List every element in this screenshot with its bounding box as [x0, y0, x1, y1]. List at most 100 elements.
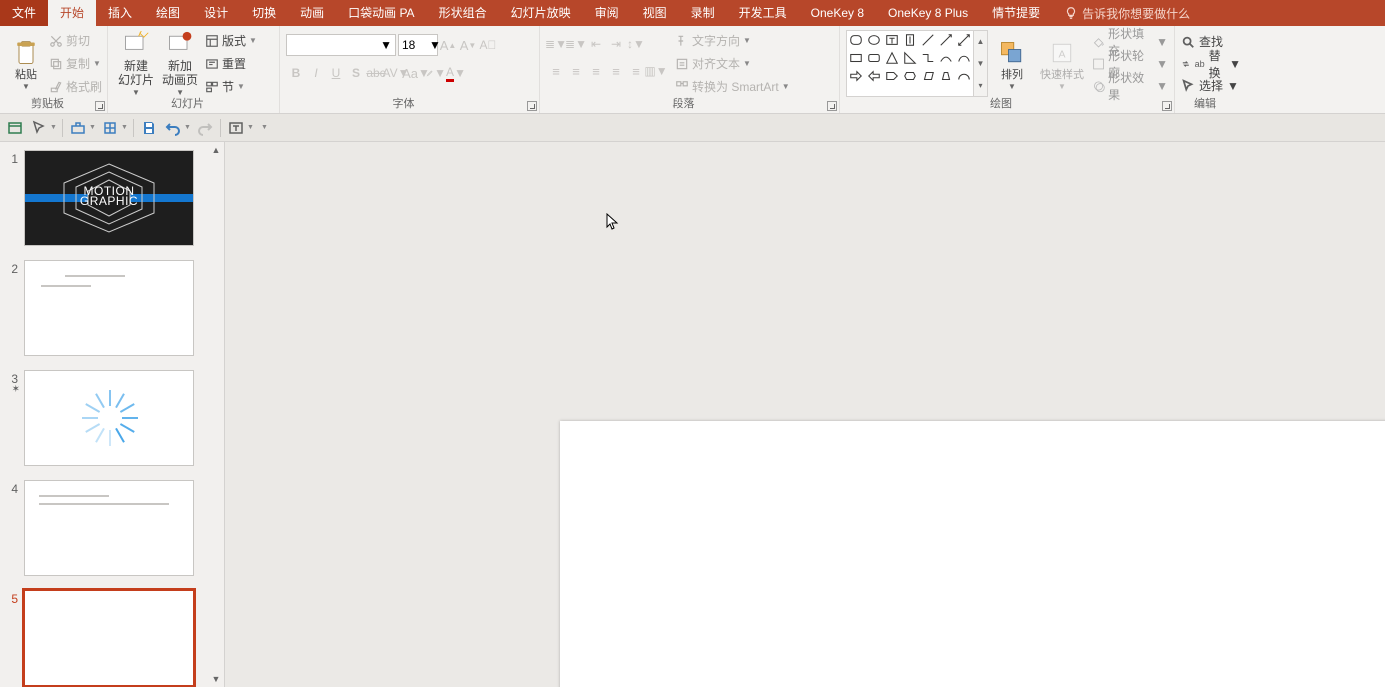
tab-design[interactable]: 设计 [192, 0, 240, 26]
clear-format-button[interactable]: A⃠ [478, 35, 498, 55]
layout-button[interactable]: 版式▼ [202, 30, 260, 51]
tell-me[interactable]: 告诉我你想要做什么 [1052, 5, 1202, 22]
shape-textbox[interactable] [883, 31, 901, 49]
shape-arrow-left[interactable] [865, 67, 883, 85]
font-launcher[interactable] [527, 101, 537, 111]
slide-thumbnail-3[interactable] [24, 370, 194, 466]
align-left-button[interactable]: ≡ [546, 61, 566, 81]
slide-canvas-area[interactable] [225, 142, 1385, 687]
shape-arc[interactable] [955, 67, 973, 85]
cut-button[interactable]: 剪切 [46, 30, 105, 51]
scroll-down-icon[interactable]: ▼ [208, 671, 224, 687]
thumbnail-scrollbar[interactable]: ▲ ▼ [208, 142, 224, 687]
font-color-button[interactable]: A▼ [446, 63, 466, 83]
shape-gallery[interactable] [846, 30, 974, 97]
format-painter-button[interactable]: 格式刷 [46, 76, 105, 97]
shape-elbow[interactable] [919, 49, 937, 67]
shape-hexagon[interactable] [901, 67, 919, 85]
qat-item-1[interactable] [4, 117, 26, 139]
clipboard-launcher[interactable] [95, 101, 105, 111]
shape-arrow-line[interactable] [937, 31, 955, 49]
paragraph-launcher[interactable] [827, 101, 837, 111]
font-name-combo[interactable]: ▼ [286, 34, 396, 56]
shape-rect-round[interactable] [847, 31, 865, 49]
bullets-button[interactable]: ≣▼ [546, 34, 566, 54]
slide-thumbnail-4[interactable] [24, 480, 194, 576]
tab-slideshow[interactable]: 幻灯片放映 [499, 0, 583, 26]
shape-freeform[interactable] [955, 49, 973, 67]
section-button[interactable]: 节▼ [202, 76, 260, 97]
tab-review[interactable]: 审阅 [583, 0, 631, 26]
tab-shapecombo[interactable]: 形状组合 [427, 0, 499, 26]
tab-home[interactable]: 开始 [48, 0, 96, 26]
tab-view[interactable]: 视图 [631, 0, 679, 26]
font-name-input[interactable] [287, 38, 377, 52]
qat-save-button[interactable] [138, 117, 160, 139]
changecase-button[interactable]: Aa▼ [406, 63, 426, 83]
shape-effects-button[interactable]: 形状效果▼ [1092, 76, 1168, 96]
shape-vtextbox[interactable] [901, 31, 919, 49]
shadow-button[interactable]: S [346, 63, 366, 83]
replace-button[interactable]: ab替换▼ [1181, 54, 1241, 74]
tab-pa[interactable]: 口袋动画 PA [336, 0, 426, 26]
text-direction-button[interactable]: 文字方向▼ [672, 30, 793, 51]
qat-customize[interactable]: ▼ [261, 124, 269, 131]
scroll-up-icon[interactable]: ▲ [208, 142, 224, 158]
tab-draw[interactable]: 绘图 [144, 0, 192, 26]
dec-indent-button[interactable]: ⇤ [586, 34, 606, 54]
shape-line[interactable] [919, 31, 937, 49]
qat-item-3[interactable] [67, 117, 89, 139]
gallery-up-icon[interactable]: ▲ [974, 31, 987, 53]
tab-insert[interactable]: 插入 [96, 0, 144, 26]
qat-item-4[interactable] [99, 117, 121, 139]
shape-rtriangle[interactable] [901, 49, 919, 67]
shape-curve[interactable] [937, 49, 955, 67]
shape-ellipse[interactable] [865, 31, 883, 49]
qat-undo-dd[interactable]: ▼ [184, 124, 192, 131]
reset-button[interactable]: 重置 [202, 53, 260, 74]
slide-thumbnail-2[interactable] [24, 260, 194, 356]
numbering-button[interactable]: ≣▼ [566, 34, 586, 54]
qat-dd-4[interactable]: ▼ [121, 124, 129, 131]
align-right-button[interactable]: ≡ [586, 61, 606, 81]
qat-dd-5[interactable]: ▼ [247, 124, 255, 131]
copy-button[interactable]: 复制▼ [46, 53, 105, 74]
grow-font-button[interactable]: A▲ [438, 35, 458, 55]
shape-pentagon[interactable] [883, 67, 901, 85]
qat-dd-2[interactable]: ▼ [50, 124, 58, 131]
shape-trapezoid[interactable] [937, 67, 955, 85]
align-center-button[interactable]: ≡ [566, 61, 586, 81]
thumbnail-pane[interactable]: 1 MOTIONGRAPHIC 2 3✶ 4 [0, 142, 225, 687]
shape-triangle[interactable] [883, 49, 901, 67]
select-button[interactable]: 选择▼ [1181, 76, 1241, 96]
tab-onekey8plus[interactable]: OneKey 8 Plus [876, 0, 980, 26]
qat-undo-button[interactable] [162, 117, 184, 139]
shape-rect[interactable] [847, 49, 865, 67]
tab-file[interactable]: 文件 [0, 0, 48, 26]
shrink-font-button[interactable]: A▼ [458, 35, 478, 55]
shape-arrow-right[interactable] [847, 67, 865, 85]
slide-thumbnail-5[interactable] [24, 590, 194, 686]
align-justify-button[interactable]: ≡ [606, 61, 626, 81]
gallery-down-icon[interactable]: ▼ [974, 53, 987, 75]
align-text-button[interactable]: 对齐文本▼ [672, 53, 793, 74]
shape-roundrect[interactable] [865, 49, 883, 67]
tab-story[interactable]: 情节提要 [980, 0, 1052, 26]
arrange-button[interactable]: 排列▼ [992, 30, 1032, 97]
distribute-button[interactable]: ≡ [626, 61, 646, 81]
drawing-launcher[interactable] [1162, 101, 1172, 111]
highlight-button[interactable]: ▼ [426, 63, 446, 83]
new-anim-button[interactable]: 新加动画页 ▼ [158, 30, 202, 97]
gallery-more-icon[interactable]: ▾ [974, 74, 987, 96]
shape-double-arrow[interactable] [955, 31, 973, 49]
qat-item-2[interactable] [28, 117, 50, 139]
bold-button[interactable]: B [286, 63, 306, 83]
slide-thumbnail-1[interactable]: MOTIONGRAPHIC [24, 150, 194, 246]
tab-record[interactable]: 录制 [679, 0, 727, 26]
line-spacing-button[interactable]: ↕▼ [626, 34, 646, 54]
qat-item-textbox[interactable] [225, 117, 247, 139]
underline-button[interactable]: U [326, 63, 346, 83]
qat-redo-button[interactable] [194, 117, 216, 139]
paste-button[interactable]: 粘贴 ▼ [6, 30, 46, 97]
tab-onekey8[interactable]: OneKey 8 [799, 0, 876, 26]
